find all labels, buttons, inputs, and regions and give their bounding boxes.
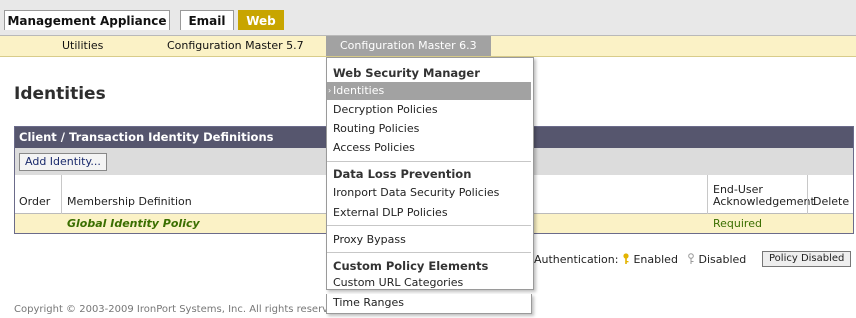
- menu-separator: [327, 252, 531, 253]
- sub-navigation: Utilities Configuration Master 5.7 Confi…: [0, 36, 856, 57]
- column-delete: Delete: [813, 195, 850, 208]
- legend-label: Authentication:: [534, 253, 619, 266]
- menu-item-proxy-bypass[interactable]: Proxy Bypass: [327, 231, 531, 249]
- subnav-utilities[interactable]: Utilities: [62, 36, 103, 56]
- add-identity-button[interactable]: Add Identity...: [19, 153, 107, 171]
- legend-enabled: Enabled: [633, 253, 678, 266]
- menu-header-web-security-manager: Web Security Manager: [333, 66, 480, 80]
- menu-item-routing-policies[interactable]: Routing Policies: [327, 120, 531, 138]
- menu-item-custom-url-categories[interactable]: Custom URL Categories: [327, 274, 531, 292]
- legend-disabled-group: Disabled: [687, 253, 746, 266]
- top-tab-bar: Management Appliance Email Web: [0, 0, 856, 36]
- menu-item-decryption-policies[interactable]: Decryption Policies: [327, 101, 531, 119]
- acknowledgement-value-link[interactable]: Required: [713, 217, 762, 230]
- menu-separator: [327, 225, 531, 226]
- menu-item-ironport-data-security[interactable]: Ironport Data Security Policies: [327, 184, 531, 202]
- footer-copyright: Copyright © 2003-2009 IronPort Systems, …: [14, 304, 344, 315]
- subnav-config-master-63[interactable]: Configuration Master 6.3: [326, 36, 491, 56]
- menu-header-data-loss-prevention: Data Loss Prevention: [333, 167, 472, 181]
- column-membership-definition: Membership Definition: [67, 195, 192, 208]
- policy-disabled-badge: Policy Disabled: [762, 251, 852, 267]
- key-enabled-icon: [623, 253, 629, 264]
- tab-web[interactable]: Web: [238, 10, 284, 30]
- authentication-legend: Authentication: Enabled: [534, 253, 678, 266]
- subnav-config-master-57[interactable]: Configuration Master 5.7: [167, 36, 304, 56]
- menu-item-access-policies[interactable]: Access Policies: [327, 139, 531, 157]
- menu-item-label: Identities: [333, 84, 385, 97]
- tab-management-appliance[interactable]: Management Appliance: [4, 10, 170, 30]
- page-title: Identities: [14, 84, 106, 104]
- menu-separator: [327, 161, 531, 162]
- key-disabled-icon: [688, 253, 694, 264]
- tab-email[interactable]: Email: [180, 10, 234, 30]
- column-order: Order: [19, 195, 51, 208]
- menu-item-identities[interactable]: › Identities: [327, 82, 531, 100]
- menu-header-custom-policy-elements: Custom Policy Elements: [333, 259, 489, 273]
- menu-item-time-ranges[interactable]: Time Ranges: [326, 294, 532, 314]
- menu-item-external-dlp[interactable]: External DLP Policies: [327, 204, 531, 222]
- legend-disabled: Disabled: [698, 253, 747, 266]
- global-identity-policy-link[interactable]: Global Identity Policy: [67, 217, 200, 230]
- selected-arrow-icon: ›: [328, 86, 332, 95]
- column-ack-line2: Acknowledgement: [713, 195, 815, 208]
- config-master-dropdown-menu: Web Security Manager › Identities Decryp…: [326, 57, 534, 290]
